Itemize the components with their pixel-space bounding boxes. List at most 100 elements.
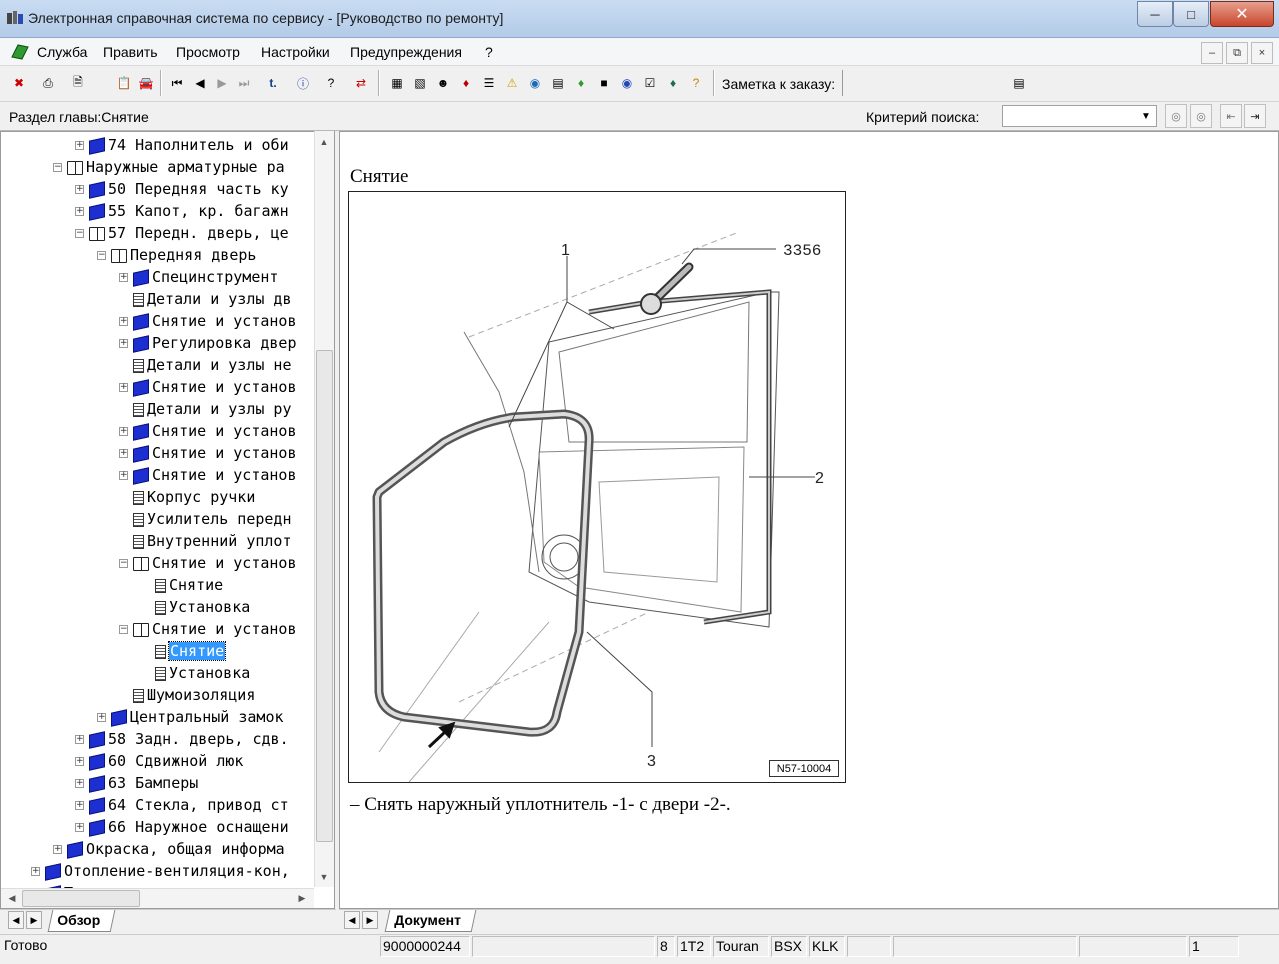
menu-warnings[interactable]: Предупреждения [350, 44, 462, 60]
collapse-icon[interactable]: − [97, 251, 106, 260]
tree-item[interactable]: +60 Сдвижной люк [75, 750, 243, 772]
scroll-down-icon[interactable]: ▼ [316, 869, 332, 885]
scroll-up-icon[interactable]: ▲ [316, 134, 332, 150]
tool-globe-button[interactable]: ◉ [525, 72, 545, 94]
expand-icon[interactable]: + [119, 383, 128, 392]
tab-document[interactable]: Документ [384, 910, 477, 932]
collapse-icon[interactable]: − [53, 163, 62, 172]
tree-item[interactable]: − 57 Передн. дверь, це [75, 222, 289, 244]
tree-item[interactable]: Внутренний уплот [119, 530, 292, 552]
tree-item[interactable]: + Снятие и установ [119, 376, 297, 398]
print-button[interactable]: ⎙ [38, 72, 58, 94]
collapse-icon[interactable]: − [75, 229, 84, 238]
tree-item[interactable]: + Снятие и установ [119, 442, 297, 464]
tree-item[interactable]: + Окраска, общая информа [53, 838, 285, 860]
expand-icon[interactable]: + [75, 757, 84, 766]
new-document-button[interactable]: 🗎 [68, 72, 88, 94]
tree-vertical-scroll-thumb[interactable] [316, 350, 333, 842]
tree-item[interactable]: +64 Стекла, привод ст [75, 794, 289, 816]
expand-icon[interactable]: + [75, 779, 84, 788]
menu-help[interactable]: ? [485, 44, 493, 60]
mdi-restore-button[interactable]: ⧉ [1226, 42, 1248, 64]
tree-horizontal-scroll-thumb[interactable] [22, 890, 140, 907]
menu-view[interactable]: Просмотр [176, 44, 240, 60]
exit-button[interactable]: ✖ [9, 72, 29, 94]
tool-warning-button[interactable]: ⚠ [502, 72, 522, 94]
tree-item[interactable]: +74 Наполнитель и оби [75, 134, 289, 156]
expand-icon[interactable]: + [75, 801, 84, 810]
tree-item[interactable]: Установка [141, 662, 250, 684]
help-button[interactable]: ? [321, 72, 341, 94]
tree-item[interactable]: − Наружные арматурные ра [53, 156, 285, 178]
expand-icon[interactable]: + [119, 317, 128, 326]
last-page-button[interactable]: ⏭ [234, 72, 254, 94]
tool-search-car-button[interactable]: ◉ [617, 72, 637, 94]
tree-item[interactable]: − Снятие и установ [119, 618, 297, 640]
tree-item[interactable]: +58 Задн. дверь, сдв. [75, 728, 289, 750]
resize-grip-icon[interactable] [1241, 936, 1275, 957]
tree-item[interactable]: + Снятие и установ [119, 310, 297, 332]
expand-button[interactable]: ⇥ [1244, 104, 1266, 128]
expand-icon[interactable]: + [75, 207, 84, 216]
tool-vehicle-button[interactable]: ■ [594, 72, 614, 94]
chevron-down-icon[interactable]: ▼ [1138, 108, 1154, 124]
notes-button[interactable]: 📋 [114, 72, 134, 94]
tree-item[interactable]: − Снятие и установ [119, 552, 297, 574]
expand-icon[interactable]: + [119, 449, 128, 458]
expand-icon[interactable]: + [31, 867, 40, 876]
tool-grid-button[interactable]: ▧ [410, 72, 430, 94]
tree-item[interactable]: + Снятие и установ [119, 464, 297, 486]
tool-checklist-button[interactable]: ☑ [640, 72, 660, 94]
expand-icon[interactable]: + [97, 713, 106, 722]
tree-item[interactable]: + Специнструмент [119, 266, 278, 288]
tool-trash-button[interactable]: ▤ [548, 72, 568, 94]
minimize-button[interactable]: ─ [1137, 1, 1173, 27]
tool-book-button[interactable]: ♦ [456, 72, 476, 94]
tree-item[interactable]: +63 Бамперы [75, 772, 198, 794]
order-note-field[interactable] [842, 70, 1002, 96]
scroll-left-icon[interactable]: ◀ [4, 890, 20, 906]
tree-item[interactable]: Детали и узлы не [119, 354, 292, 376]
tree-item[interactable]: +55 Капот, кр. багажн [75, 200, 289, 222]
expand-icon[interactable]: + [119, 273, 128, 282]
expand-icon[interactable]: + [53, 845, 62, 854]
tree-item[interactable]: + Снятие и установ [119, 420, 297, 442]
maximize-button[interactable]: □ [1173, 1, 1209, 27]
mdi-close-button[interactable]: × [1251, 42, 1273, 64]
tree-item[interactable]: + Отопление-вентиляция-кон, [31, 860, 290, 882]
tree-item[interactable]: Усилитель передн [119, 508, 292, 530]
app-menu-icon[interactable] [10, 43, 30, 61]
tool-list-button[interactable]: ☰ [479, 72, 499, 94]
search-next-button[interactable]: ◎ [1190, 104, 1212, 128]
vehicle-button[interactable]: 🚘 [136, 72, 156, 94]
tree-item[interactable]: Корпус ручки [119, 486, 255, 508]
close-button[interactable]: ✕ [1210, 1, 1274, 27]
tab-next-icon[interactable]: ▶ [26, 911, 42, 929]
menu-settings[interactable]: Настройки [261, 44, 330, 60]
mdi-minimize-button[interactable]: – [1201, 42, 1223, 64]
expand-icon[interactable]: + [119, 471, 128, 480]
scroll-right-icon[interactable]: ▶ [294, 890, 310, 906]
tree-item[interactable]: Шумоизоляция [119, 684, 255, 706]
tool-books-button[interactable]: ♦ [663, 72, 683, 94]
expand-icon[interactable]: + [119, 427, 128, 436]
tree-item-selected[interactable]: Снятие [141, 640, 227, 662]
tree-item[interactable]: Детали и узлы дв [119, 288, 292, 310]
first-page-button[interactable]: ⏮ [167, 72, 187, 94]
tree-item[interactable]: +50 Передняя часть ку [75, 178, 289, 200]
tool-hint-button[interactable]: ? [686, 72, 706, 94]
expand-icon[interactable]: + [75, 185, 84, 194]
order-note-button[interactable]: ▤ [1009, 72, 1029, 94]
tab-prev-icon[interactable]: ◀ [344, 911, 360, 929]
expand-icon[interactable]: + [75, 823, 84, 832]
tab-prev-icon[interactable]: ◀ [8, 911, 24, 929]
expand-icon[interactable]: + [75, 735, 84, 744]
collapse-button[interactable]: ⇤ [1220, 104, 1242, 128]
tree-item[interactable]: + Центральный замок [97, 706, 284, 728]
collapse-icon[interactable]: − [119, 625, 128, 634]
info-button[interactable]: ⓘ [293, 72, 313, 94]
search-criteria-combo[interactable]: ▼ [1002, 105, 1157, 127]
tree-item[interactable]: Детали и узлы ру [119, 398, 292, 420]
up-level-button[interactable]: t. [263, 72, 283, 94]
expand-icon[interactable]: + [119, 339, 128, 348]
